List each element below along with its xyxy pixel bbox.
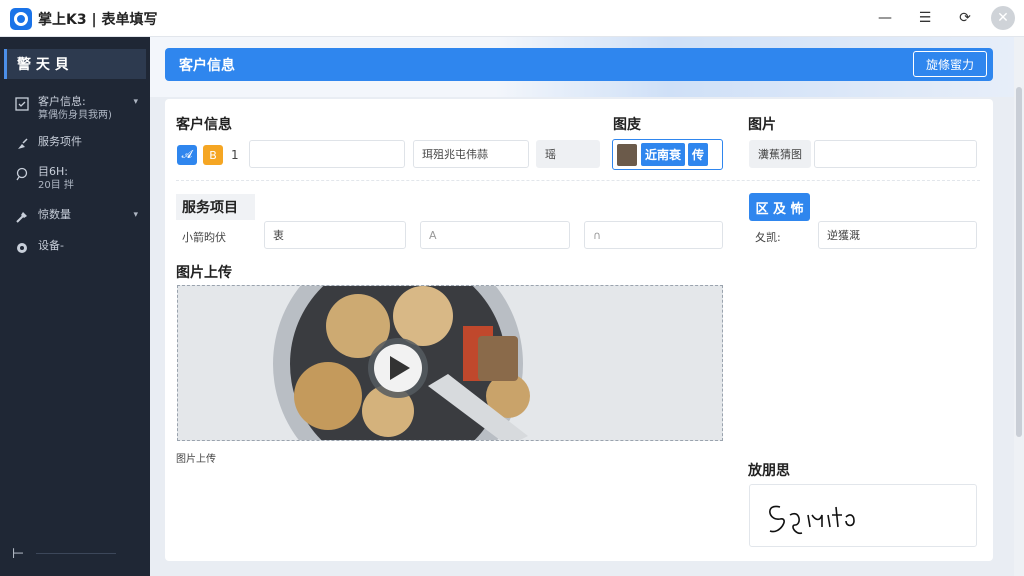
gear-icon bbox=[14, 240, 30, 256]
customer-extra-field[interactable]: 瑶 bbox=[536, 140, 600, 168]
sidebar-item-quantity[interactable]: 惊数量 ▾ bbox=[0, 208, 150, 225]
service-label: 小箭昀伏 bbox=[182, 231, 226, 244]
customer-detail-field[interactable]: 珥殂兆屯伟蒜 bbox=[413, 140, 529, 168]
avatar bbox=[617, 143, 637, 166]
minimize-button[interactable]: — bbox=[872, 6, 898, 30]
customer-type-chip[interactable]: 𝓐 bbox=[177, 145, 197, 165]
scrollbar-thumb[interactable] bbox=[1016, 87, 1022, 437]
sidebar-item-label: 设备- bbox=[38, 239, 64, 252]
brush-icon bbox=[14, 136, 30, 152]
sidebar-item-label: 服务项件 bbox=[38, 135, 82, 148]
sidebar-item-settings[interactable]: 设备- bbox=[0, 239, 150, 256]
customer-info-title: 客户信息 bbox=[176, 117, 232, 133]
restore-button[interactable]: ⟳ bbox=[952, 6, 978, 30]
menu-button[interactable]: ☰ bbox=[912, 6, 938, 30]
image-upload-area[interactable] bbox=[177, 285, 723, 441]
sidebar-item-service[interactable]: 服务项件 bbox=[0, 135, 150, 152]
upload-image-preview bbox=[178, 286, 722, 440]
sidebar-item-customer-info[interactable]: 客户信息: 算偶伤身貝我两) ▾ bbox=[0, 95, 150, 123]
customer-badge-chip[interactable]: B bbox=[203, 145, 223, 165]
sidebar-item-sub: 20目 拌 bbox=[38, 180, 74, 191]
action-button[interactable]: 区 及 怖 bbox=[749, 193, 810, 221]
page-header: 客户信息 旋條蜜力 bbox=[165, 48, 993, 81]
service-title: 服务项目 bbox=[176, 194, 255, 220]
customer-count: 1 bbox=[231, 148, 239, 162]
page-title: 客户信息 bbox=[179, 57, 235, 74]
section-divider bbox=[176, 180, 980, 181]
scrollbar[interactable] bbox=[1014, 37, 1024, 576]
picture-b-field[interactable] bbox=[814, 140, 977, 168]
sidebar-item-label: 客户信息: bbox=[38, 95, 86, 108]
signature-image bbox=[769, 505, 855, 535]
upload-title: 图片上传 bbox=[176, 265, 232, 281]
signature-pad[interactable] bbox=[749, 484, 977, 547]
action-label: 夂凯: bbox=[755, 231, 781, 244]
picture-b-label: 瀵蕉猜图 bbox=[749, 140, 811, 168]
sidebar-item-location[interactable]: 目6H: 20目 拌 bbox=[0, 165, 150, 193]
header-action-button[interactable]: 旋條蜜力 bbox=[913, 51, 987, 77]
service-field-1[interactable]: 衷 bbox=[264, 221, 406, 249]
checklist-icon bbox=[14, 96, 30, 112]
title-bar: 掌上K3 | 表单填写 — ☰ ⟳ ✕ bbox=[0, 0, 1024, 37]
tools-icon bbox=[14, 209, 30, 225]
service-field-2[interactable]: A bbox=[420, 221, 570, 249]
upload-caption: 图片上传 bbox=[176, 454, 216, 465]
picture-a-field[interactable]: 近南衰 传 bbox=[612, 139, 723, 170]
sidebar: 警 天 貝 客户信息: 算偶伤身貝我两) ▾ 服务项件 目6H: 20目 拌 惊… bbox=[0, 37, 150, 576]
sidebar-item-label: 目6H: bbox=[38, 165, 68, 178]
chevron-down-icon: ▾ bbox=[133, 210, 138, 220]
sidebar-header[interactable]: 警 天 貝 bbox=[4, 49, 146, 79]
picture-b-title: 图片 bbox=[748, 117, 776, 133]
action-field[interactable]: 逆獲溉 bbox=[818, 221, 977, 249]
signature-title: 放朋思 bbox=[748, 463, 790, 479]
upload-button[interactable]: 传 bbox=[688, 143, 709, 166]
picture-a-title: 图庋 bbox=[613, 117, 641, 133]
sidebar-divider bbox=[36, 553, 116, 554]
picture-a-name: 近南衰 bbox=[641, 143, 686, 166]
close-button[interactable]: ✕ bbox=[991, 6, 1015, 30]
customer-name-field[interactable] bbox=[249, 140, 405, 168]
sidebar-item-sub: 算偶伤身貝我两) bbox=[38, 110, 112, 121]
app-logo-icon bbox=[10, 8, 32, 30]
chevron-down-icon: ▾ bbox=[133, 97, 138, 107]
collapse-sidebar-icon[interactable]: ⊢ bbox=[12, 546, 24, 562]
pin-icon bbox=[14, 166, 30, 182]
sidebar-item-label: 惊数量 bbox=[38, 208, 71, 221]
service-field-3[interactable]: ∩ bbox=[584, 221, 723, 249]
window-title: 掌上K3 | 表单填写 bbox=[38, 12, 158, 28]
